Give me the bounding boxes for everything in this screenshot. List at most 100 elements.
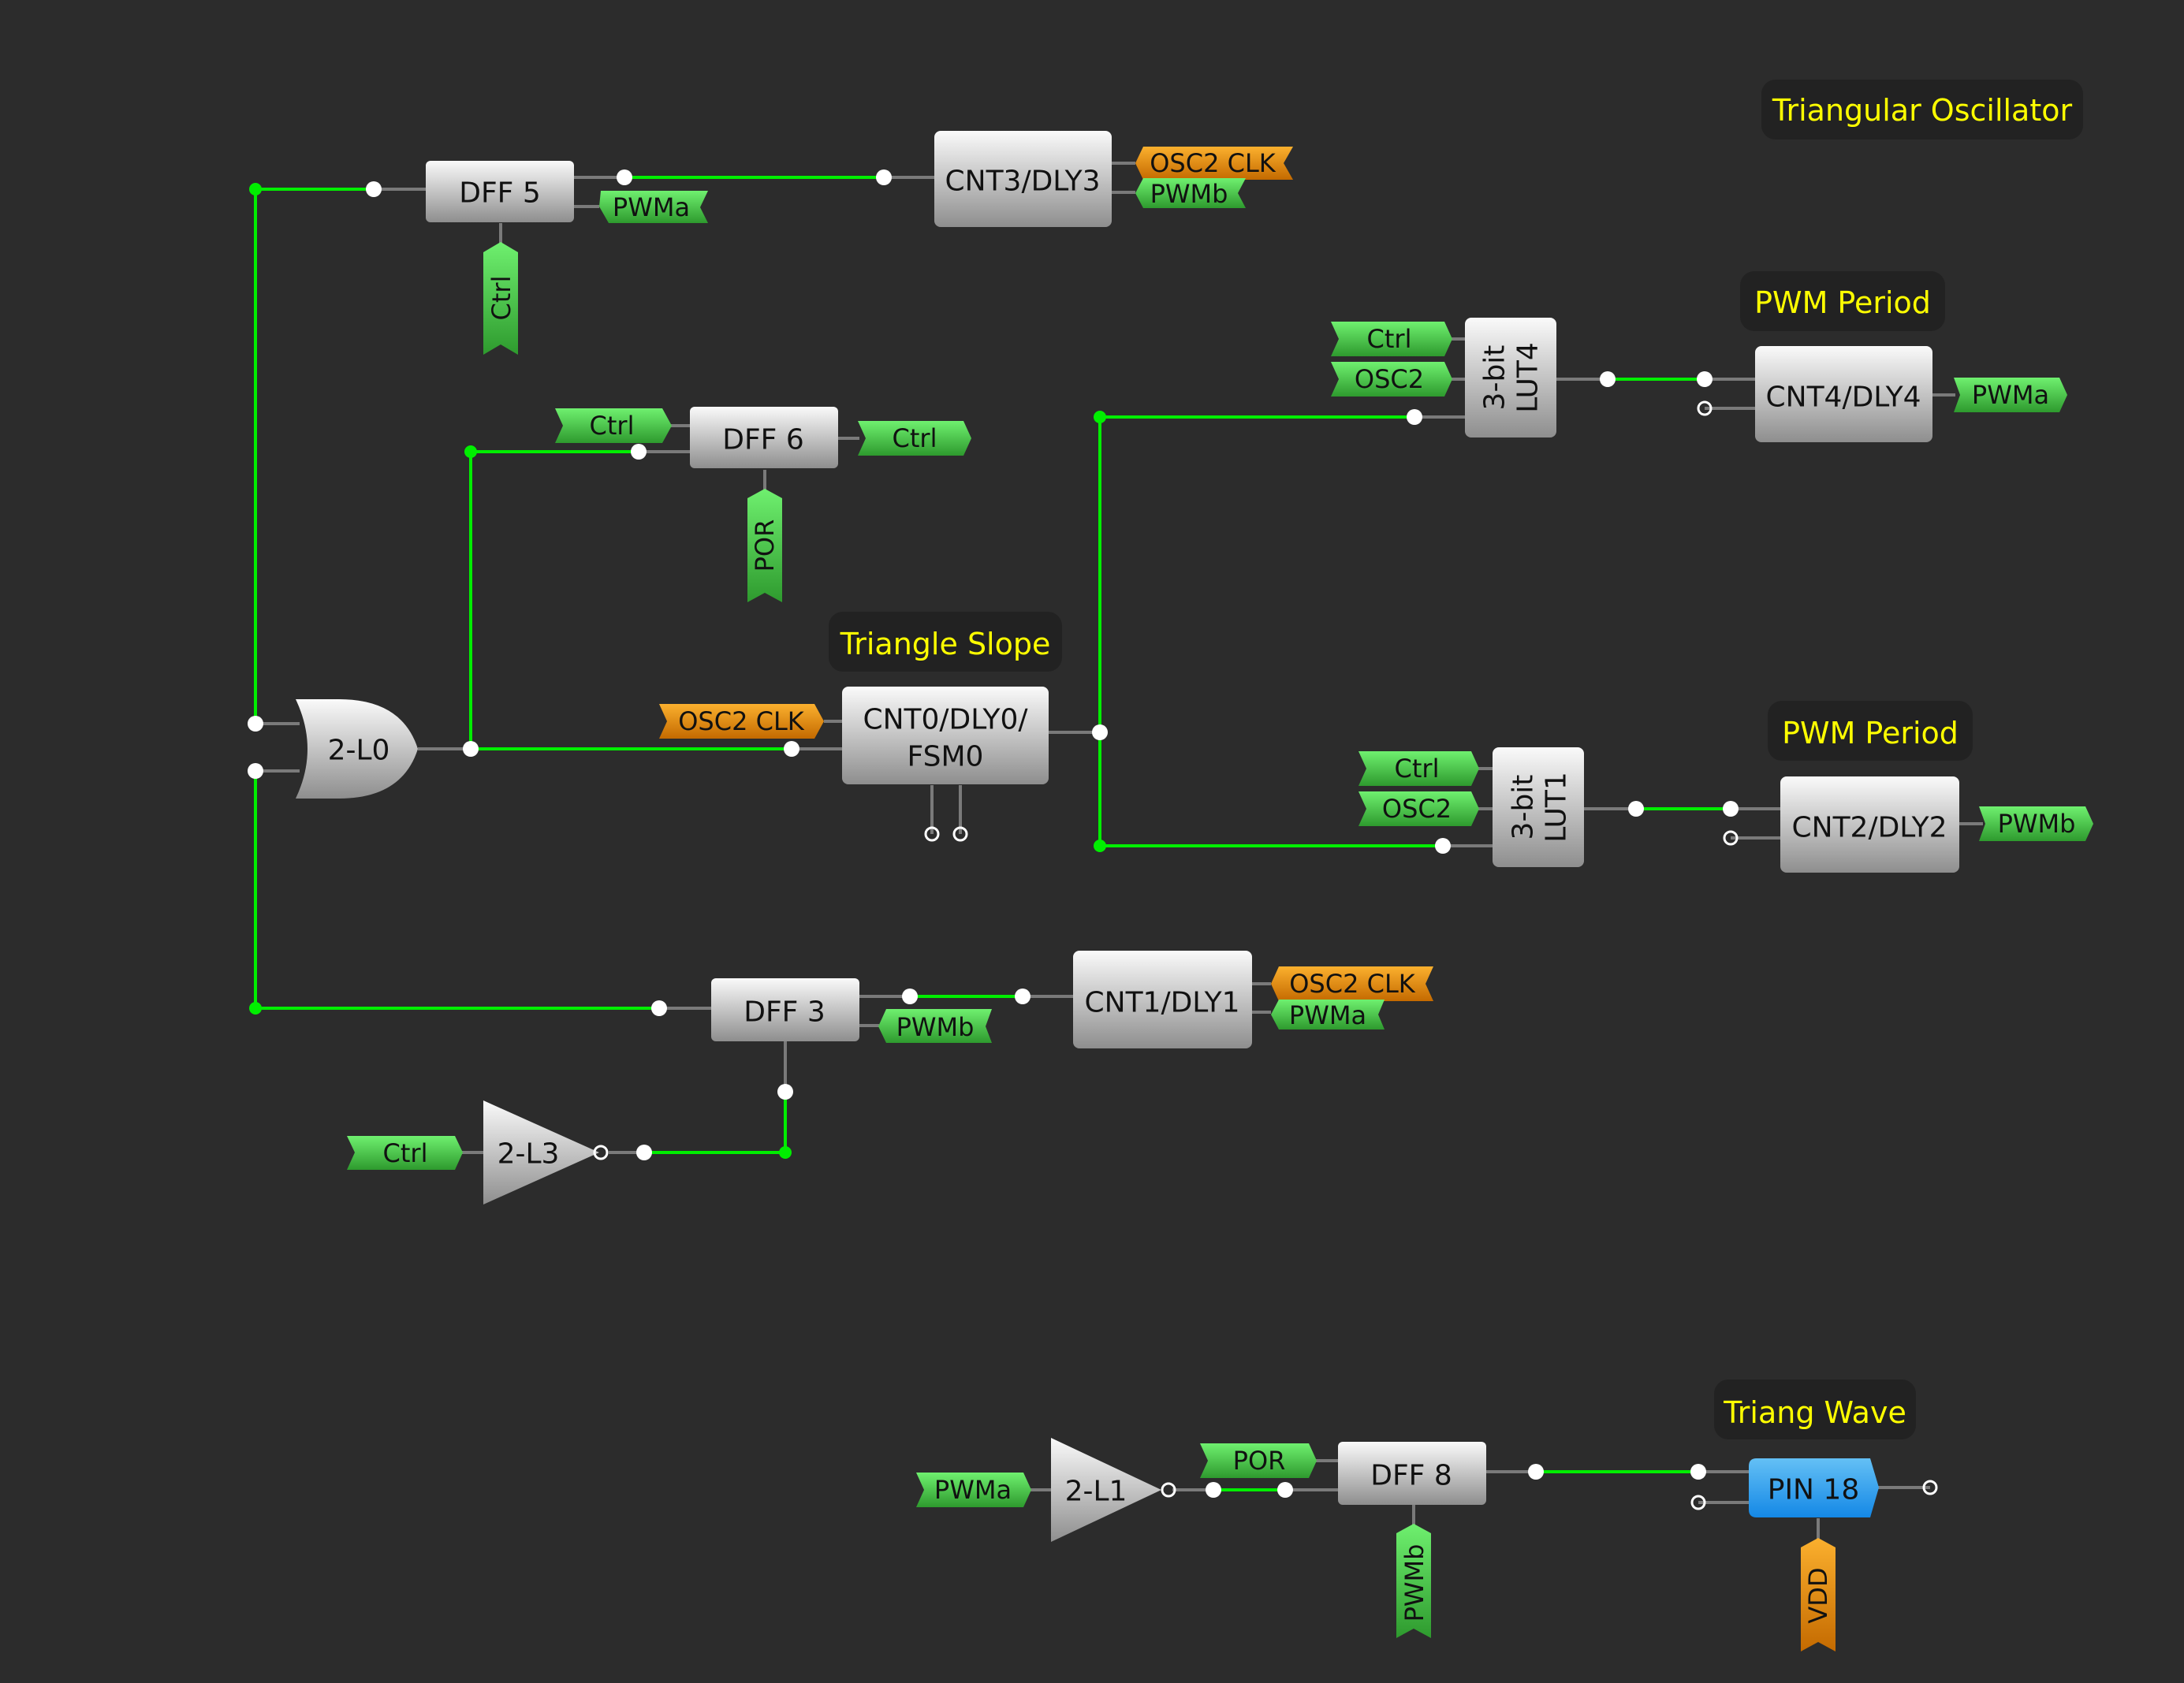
net-label-pwmb[interactable]: PWMb <box>878 1009 992 1043</box>
block-or-2-l0[interactable]: 2-L0 <box>296 699 418 799</box>
net-label-text: OSC2 CLK <box>1150 148 1276 178</box>
block-inverter-2-l3[interactable]: 2-L3 <box>483 1100 609 1205</box>
port[interactable] <box>366 181 382 197</box>
port[interactable] <box>1407 409 1422 425</box>
note-triangle-slope[interactable]: Triangle Slope <box>829 612 1062 672</box>
net-label-ctrl[interactable]: Ctrl <box>1331 322 1452 356</box>
block-cnt3-dly3[interactable]: CNT3/DLY3 <box>934 131 1112 227</box>
block-dff8[interactable]: DFF 8 <box>1338 1442 1486 1505</box>
net-label-text: PWMa <box>1972 380 2049 410</box>
port[interactable] <box>1015 989 1031 1004</box>
note-triang-wave[interactable]: Triang Wave <box>1714 1380 1916 1439</box>
net-label-osc2[interactable]: OSC2 <box>1331 362 1452 397</box>
wire[interactable] <box>1098 732 1443 847</box>
note-text: PWM Period <box>1754 285 1931 320</box>
junction <box>249 1002 262 1015</box>
port[interactable] <box>651 1000 667 1016</box>
net-label-text: PWMb <box>896 1012 975 1042</box>
wire[interactable] <box>254 771 659 1010</box>
block-lut4[interactable]: 3-bit LUT4 <box>1465 318 1556 438</box>
block-lut1[interactable]: 3-bit LUT1 <box>1493 747 1584 867</box>
net-label-por[interactable]: POR <box>1200 1443 1317 1478</box>
net-label-text: Ctrl <box>1367 324 1412 354</box>
net-label-osc2-clk[interactable]: OSC2 CLK <box>1135 147 1293 180</box>
junction <box>1094 411 1106 423</box>
wire[interactable] <box>469 450 639 749</box>
port[interactable] <box>248 716 263 732</box>
port[interactable] <box>1435 838 1451 854</box>
port[interactable] <box>1528 1464 1544 1480</box>
net-label-osc2-clk[interactable]: OSC2 CLK <box>1271 966 1433 1001</box>
port[interactable] <box>902 989 918 1004</box>
port[interactable] <box>248 763 263 779</box>
net-label-pwma[interactable]: PWMa <box>1954 378 2067 412</box>
block-label: CNT1/DLY1 <box>1085 987 1240 1019</box>
block-label: 2-L0 <box>328 735 390 767</box>
note-triangular-oscillator[interactable]: Triangular Oscillator <box>1761 80 2083 140</box>
port[interactable] <box>1206 1482 1221 1498</box>
net-label-text: PWMb <box>1150 179 1228 209</box>
block-dff6[interactable]: DFF 6 <box>690 407 838 468</box>
schematic-canvas: Triangular Oscillator PWM Period Triangl… <box>248 80 2093 1651</box>
port[interactable] <box>777 1084 793 1100</box>
block-inverter-2-l1[interactable]: 2-L1 <box>1051 1438 1176 1542</box>
block-pin18[interactable]: PIN 18 <box>1749 1458 1879 1517</box>
block-cnt1-dly1[interactable]: CNT1/DLY1 <box>1073 951 1252 1048</box>
net-label-ctrl[interactable]: Ctrl <box>1358 751 1479 786</box>
block-cnt4-dly4[interactable]: CNT4/DLY4 <box>1755 346 1932 442</box>
port[interactable] <box>1600 371 1616 387</box>
port[interactable] <box>631 444 647 460</box>
block-cnt2-dly2[interactable]: CNT2/DLY2 <box>1780 776 1959 873</box>
net-label-ctrl[interactable]: Ctrl <box>347 1136 463 1170</box>
net-label-osc2-clk[interactable]: OSC2 CLK <box>659 704 824 739</box>
block-label: 2-L1 <box>1065 1476 1127 1508</box>
block-label-line1: 3-bit <box>1508 775 1540 840</box>
net-label-text: VDD <box>1803 1567 1833 1623</box>
port[interactable] <box>1697 371 1713 387</box>
net-label-pwma[interactable]: PWMa <box>916 1473 1031 1507</box>
port[interactable] <box>1723 801 1739 817</box>
net-label-vdd-vertical[interactable]: VDD <box>1801 1538 1836 1651</box>
port[interactable] <box>1690 1464 1706 1480</box>
block-label: CNT3/DLY3 <box>945 166 1101 198</box>
net-label-pwmb[interactable]: PWMb <box>1135 178 1246 209</box>
net-label-osc2[interactable]: OSC2 <box>1358 791 1479 826</box>
port[interactable] <box>876 169 892 185</box>
net-label-pwma[interactable]: PWMa <box>1271 1000 1385 1030</box>
block-label-line1: 3-bit <box>1479 345 1511 411</box>
note-pwm-period-2[interactable]: PWM Period <box>1768 701 1973 761</box>
wire[interactable] <box>644 1092 787 1154</box>
net-label-ctrl[interactable]: Ctrl <box>858 421 971 456</box>
port[interactable] <box>636 1145 652 1160</box>
port[interactable] <box>1628 801 1644 817</box>
net-label-pwmb[interactable]: PWMb <box>1979 806 2093 841</box>
block-label: DFF 3 <box>744 996 825 1029</box>
block-label: 2-L3 <box>498 1138 560 1171</box>
block-label: DFF 8 <box>1370 1460 1452 1492</box>
wire[interactable] <box>1098 415 1414 732</box>
connection-points <box>248 169 1938 1510</box>
port[interactable] <box>617 169 632 185</box>
net-label-ctrl[interactable]: Ctrl <box>555 408 672 443</box>
block-dff3[interactable]: DFF 3 <box>711 978 859 1041</box>
net-label-text: Ctrl <box>383 1138 428 1168</box>
port[interactable] <box>784 741 799 757</box>
net-label-text: Ctrl <box>893 423 937 453</box>
block-label: CNT2/DLY2 <box>1792 812 1947 844</box>
net-label-text: PWMa <box>934 1475 1012 1505</box>
net-label-por-vertical[interactable]: POR <box>747 489 782 602</box>
net-label-text: PWMb <box>1399 1544 1429 1622</box>
block-label-line2: FSM0 <box>908 741 984 773</box>
net-label-pwmb-vertical[interactable]: PWMb <box>1396 1524 1431 1638</box>
port[interactable] <box>1277 1482 1293 1498</box>
block-cnt0-dly0-fsm0[interactable]: CNT0/DLY0/ FSM0 <box>842 687 1049 784</box>
net-label-pwma[interactable]: PWMa <box>599 191 708 223</box>
net-label-ctrl-vertical[interactable]: Ctrl <box>483 242 518 355</box>
port[interactable] <box>1092 724 1108 740</box>
net-label-text: PWMa <box>1289 1000 1366 1030</box>
block-dff5[interactable]: DFF 5 <box>426 161 574 222</box>
pin-stubs <box>255 162 1983 1540</box>
block-label: DFF 6 <box>722 424 803 456</box>
note-pwm-period-1[interactable]: PWM Period <box>1740 271 1945 331</box>
port[interactable] <box>463 741 479 757</box>
